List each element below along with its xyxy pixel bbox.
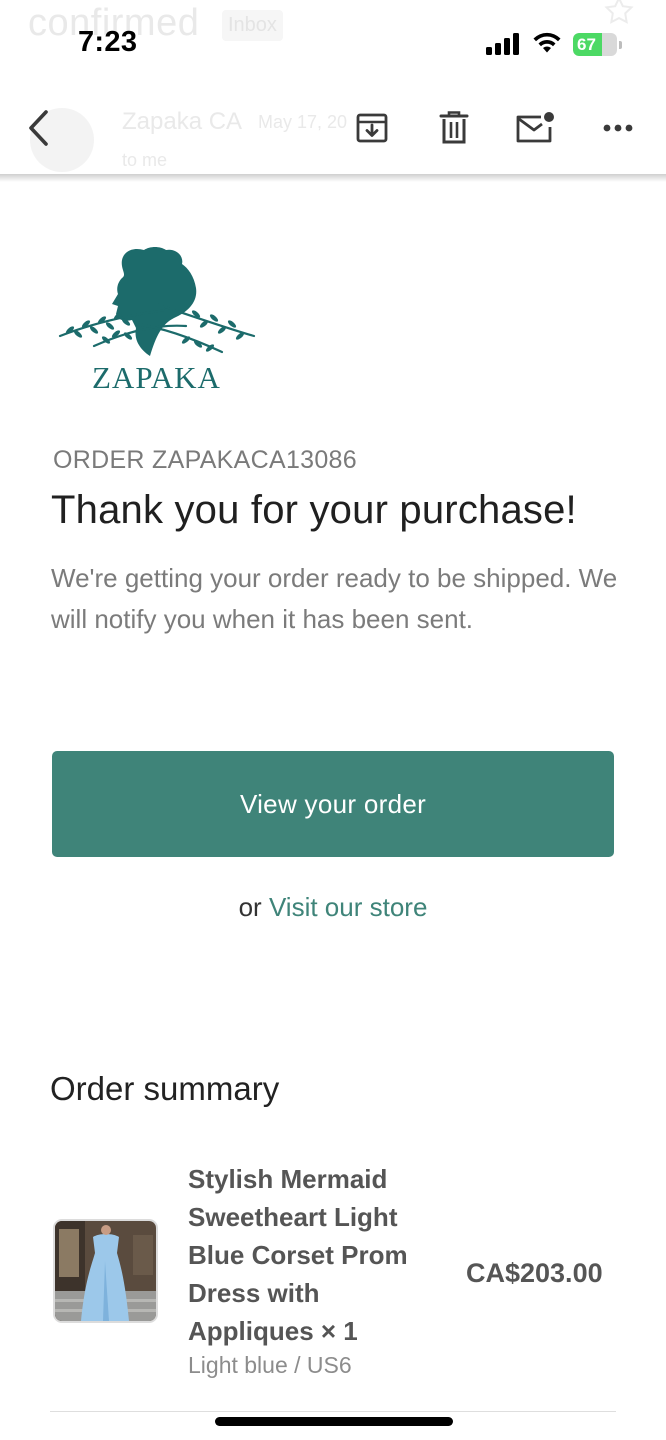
archive-icon [356, 113, 388, 143]
product-price: CA$203.00 [466, 1258, 603, 1288]
order-summary-heading: Order summary [50, 1070, 280, 1107]
status-time: 7:23 [78, 26, 138, 58]
home-indicator[interactable] [215, 1417, 453, 1426]
mail-unread-icon [516, 112, 554, 143]
view-order-button[interactable]: View your order [52, 751, 614, 857]
more-horizontal-icon [603, 124, 633, 132]
battery-percent: 67 [577, 35, 596, 54]
product-variant: Light blue / US6 [188, 1352, 352, 1378]
product-name[interactable]: Stylish Mermaid Sweetheart Light Blue Co… [188, 1160, 438, 1350]
archive-button[interactable] [352, 108, 392, 148]
wifi-icon [533, 32, 561, 53]
shipping-message: We're getting your order ready to be shi… [51, 563, 618, 634]
back-button[interactable] [18, 106, 58, 150]
inbox-label: Inbox [222, 10, 283, 41]
product-thumbnail[interactable] [53, 1219, 158, 1323]
or-text: or [238, 892, 262, 922]
email-toolbar [0, 78, 666, 178]
dress-image-icon [55, 1221, 156, 1321]
thank-you-heading: Thank you for your purchase! [51, 488, 577, 532]
delete-button[interactable] [434, 108, 474, 148]
star-icon [604, 0, 634, 24]
toolbar-shadow [0, 174, 666, 182]
order-number: ORDER ZAPAKACA13086 [53, 446, 357, 474]
chevron-left-icon [29, 110, 48, 146]
summary-divider [50, 1411, 616, 1412]
store-link-line: or Visit our store [0, 892, 666, 923]
logo-wordmark: ZAPAKA [92, 360, 221, 395]
trash-icon [439, 111, 469, 144]
battery-indicator: 67 [573, 33, 623, 56]
visit-store-link[interactable]: Visit our store [269, 892, 427, 922]
cellular-signal-icon [486, 33, 519, 55]
more-options-button[interactable] [598, 108, 638, 148]
mark-unread-button[interactable] [515, 108, 555, 148]
